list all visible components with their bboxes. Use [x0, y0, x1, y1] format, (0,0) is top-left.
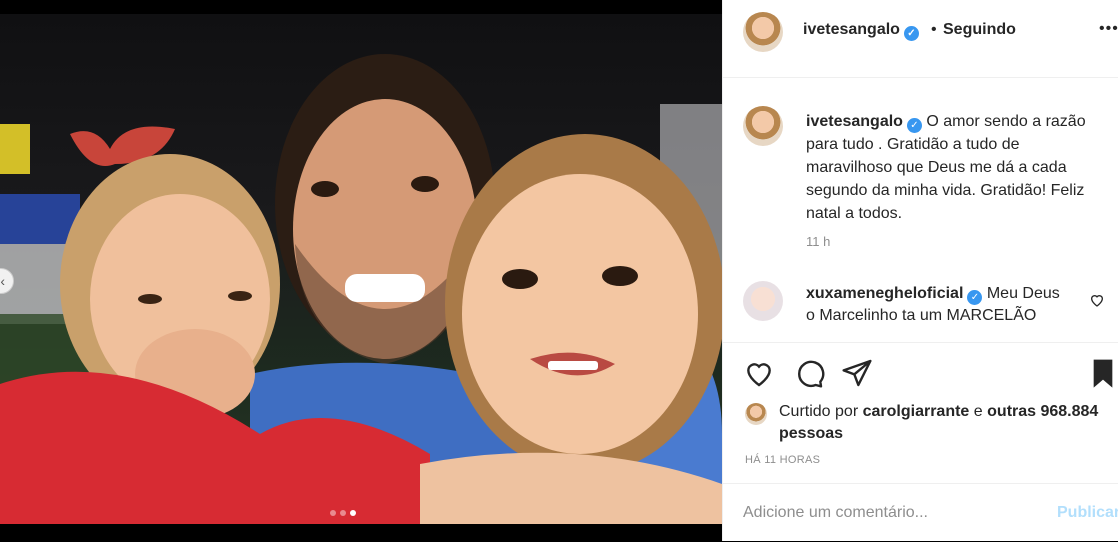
carousel-dot-active [350, 510, 356, 516]
caption-text: ivetesangalo ✓ O amor sendo a razão para … [806, 110, 1106, 225]
photo-illustration [0, 54, 722, 524]
caption-timestamp[interactable]: 11 h [806, 234, 830, 249]
comment-bubble-icon[interactable] [793, 357, 825, 389]
comment-item: xuxamenegheloficial ✓ Meu Deus o Marcelin… [723, 280, 1118, 340]
more-horizontal-icon[interactable]: ••• [1099, 20, 1118, 38]
verified-badge-icon: ✓ [903, 26, 919, 41]
publish-button[interactable]: Publicar [1057, 504, 1118, 522]
likes-prefix: Curtido por [779, 403, 859, 420]
caption-author-username[interactable]: ivetesangalo [806, 113, 903, 130]
verified-badge-icon: ✓ [967, 290, 983, 305]
verified-badge-icon: ✓ [906, 118, 922, 133]
comment-author-avatar[interactable] [743, 281, 783, 321]
comment-input[interactable] [743, 500, 1043, 526]
likes-conjunction: e [973, 403, 983, 420]
post-actions: Curtido por carolgiarrante e outras 968.… [723, 342, 1118, 541]
author-username[interactable]: ivetesangalo ✓ [803, 21, 919, 41]
follow-separator: • [931, 21, 937, 38]
carousel-dot [340, 510, 346, 516]
post-photo[interactable]: ‹ [0, 14, 722, 524]
save-bookmark-icon[interactable] [1087, 357, 1118, 389]
carousel-dot [330, 510, 336, 516]
post-side-panel: ivetesangalo ✓ • Seguindo ••• ivetesangal… [722, 0, 1118, 541]
likes-text: Curtido por carolgiarrante e outras 968.… [779, 401, 1099, 445]
author-username-text[interactable]: ivetesangalo [803, 21, 900, 38]
share-paper-plane-icon[interactable] [841, 357, 873, 389]
liker-avatar[interactable] [745, 403, 767, 425]
carousel-indicator [330, 510, 356, 516]
author-avatar[interactable] [743, 12, 783, 52]
comment-text: xuxamenegheloficial ✓ Meu Deus o Marcelin… [806, 283, 1066, 327]
instagram-post-modal: ‹ ivetesangalo ✓ • Seguindo ••• ivetesang… [0, 0, 1118, 541]
liker-username[interactable]: carolgiarrante [863, 403, 970, 420]
chevron-left-icon: ‹ [0, 273, 5, 289]
heart-icon[interactable] [1089, 292, 1105, 308]
caption-author-avatar[interactable] [743, 106, 783, 146]
add-comment-bar: Publicar [723, 483, 1118, 542]
comment-author-username[interactable]: xuxamenegheloficial [806, 285, 963, 302]
post-header: ivetesangalo ✓ • Seguindo ••• [723, 0, 1118, 78]
like-heart-icon[interactable] [743, 357, 775, 389]
following-button[interactable]: Seguindo [943, 21, 1016, 39]
post-timestamp[interactable]: HÁ 11 HORAS [745, 454, 820, 466]
